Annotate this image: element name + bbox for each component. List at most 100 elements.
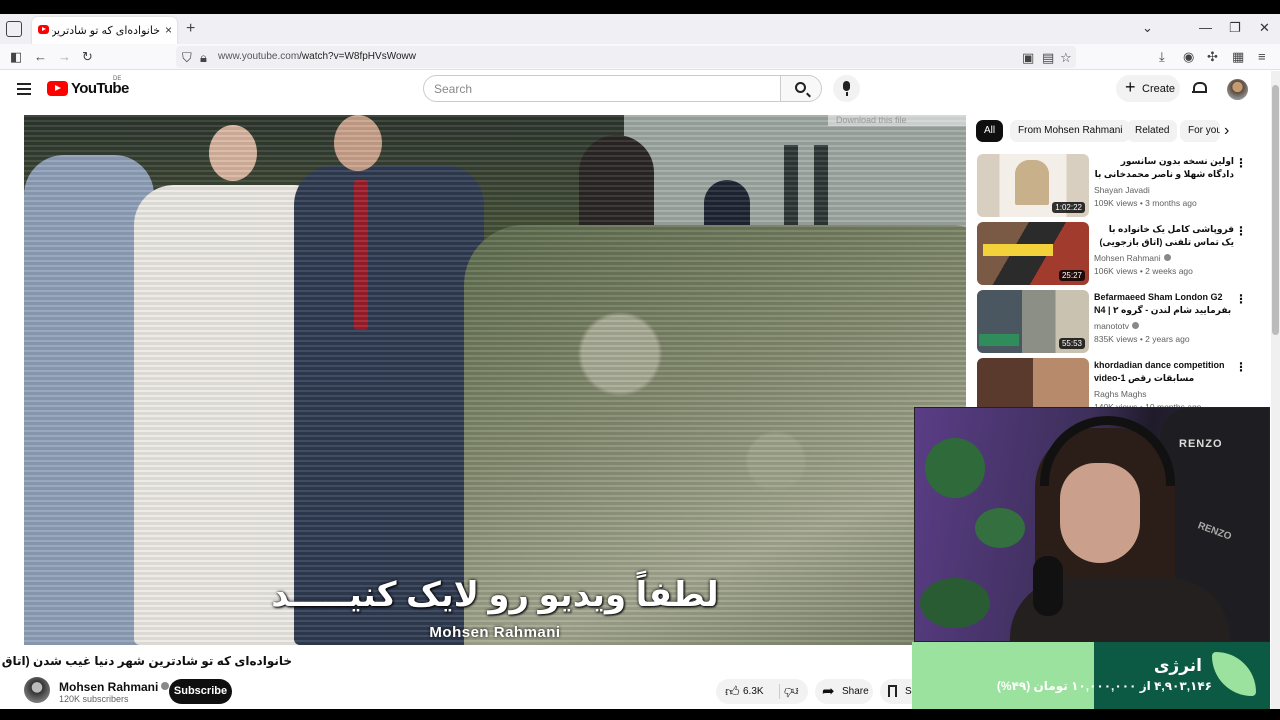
duration-badge: 1:02:22 — [1052, 202, 1085, 213]
window-close-button[interactable]: ✕ — [1259, 20, 1270, 36]
tab-overflow-chevron-icon[interactable]: ⌄ — [1142, 20, 1153, 36]
recommendation-meta: 106K views • 2 weeks ago — [1094, 266, 1193, 276]
tracking-shield-icon[interactable]: ⛉ — [182, 50, 192, 66]
webcam-plant — [975, 508, 1025, 548]
recommendation-thumbnail[interactable]: 25:27 — [977, 222, 1089, 285]
search-input[interactable] — [434, 82, 764, 96]
more-options-icon[interactable]: ⋮ — [1235, 292, 1247, 306]
extension-badge-icon[interactable]: ▦ — [1232, 49, 1244, 65]
webcam-plant — [925, 438, 985, 498]
share-button[interactable]: ➦ Share — [815, 679, 873, 704]
url-text[interactable]: www.youtube.com/watch?v=W8fpHVsWoww — [218, 51, 416, 62]
forward-arrow-icon[interactable]: → — [58, 49, 71, 64]
channel-name-text: Mohsen Rahmani — [59, 680, 159, 694]
recommendation-thumbnail[interactable]: 55:53 — [977, 290, 1089, 353]
recommendation-item[interactable]: 55:53 Befarmaeed Sham London G2 N4 | بفر… — [977, 290, 1247, 354]
search-button[interactable] — [780, 75, 822, 102]
subscriber-count: 120K subscribers — [59, 694, 129, 704]
more-options-icon[interactable]: ⋮ — [1235, 224, 1247, 238]
chip-all[interactable]: All — [976, 120, 1004, 142]
recommendation-channel[interactable]: Shayan Javadi — [1094, 185, 1150, 195]
reader-view-icon[interactable]: ▤ — [1042, 50, 1054, 66]
more-options-icon[interactable]: ⋮ — [1235, 360, 1247, 374]
tab-list-icon[interactable] — [6, 21, 22, 37]
channel-name[interactable]: Mohsen Rahmani — [59, 680, 170, 694]
dislike-thumb-icon[interactable]: 👍︎ — [784, 683, 799, 700]
account-avatar[interactable] — [1227, 79, 1248, 100]
recommendation-title[interactable]: اولین نسخه بدون سانسور دادگاه شهلا و ناص… — [1094, 155, 1234, 182]
duration-badge: 55:53 — [1058, 338, 1085, 349]
banner-heading: انرژی — [1153, 656, 1202, 675]
url-path: /watch?v=W8fpHVsWoww — [299, 51, 416, 62]
plus-icon: + — [1125, 77, 1136, 97]
like-count[interactable]: 6.3K — [743, 686, 764, 697]
recommendation-title[interactable]: Befarmaeed Sham London G2 N4 | بفرمایید … — [1094, 291, 1234, 318]
recommendation-channel[interactable]: Raghs Maghs — [1094, 389, 1146, 399]
sidebar-toggle-icon[interactable]: ◧ — [10, 49, 22, 65]
voice-search-mic-icon[interactable] — [833, 75, 860, 102]
new-tab-button[interactable]: + — [186, 20, 195, 38]
recommendation-channel-text: manototv — [1094, 321, 1129, 331]
browser-navigation-bar: ◧ ← → ↻ ⛉ 🔒︎ www.youtube.com/watch?v=W8f… — [0, 44, 1280, 70]
address-bar[interactable]: ⛉ 🔒︎ www.youtube.com/watch?v=W8fpHVsWoww… — [176, 46, 1076, 68]
recommendation-item[interactable]: 1:02:22 اولین نسخه بدون سانسور دادگاه شه… — [977, 154, 1247, 218]
tab-close-icon[interactable]: × — [165, 23, 172, 37]
chip-related[interactable]: Related — [1127, 120, 1178, 142]
scrollbar-thumb[interactable] — [1272, 85, 1279, 335]
downloads-icon[interactable]: ⤓ — [1159, 49, 1165, 65]
recommendation-channel[interactable]: Mohsen Rahmani — [1094, 253, 1171, 263]
recommendation-meta: 109K views • 3 months ago — [1094, 198, 1197, 208]
screen-top-border — [0, 0, 1280, 14]
recommendation-title[interactable]: فروپاشی کامل یک خانواده با یک تماس تلفنی… — [1094, 223, 1234, 249]
recommendation-thumbnail[interactable]: 1:02:22 — [977, 154, 1089, 217]
menu-hamburger-icon[interactable]: ≡ — [1258, 49, 1266, 64]
duration-badge: 25:27 — [1058, 270, 1085, 281]
recommendation-channel[interactable]: manototv — [1094, 321, 1139, 331]
banner-progress-text: ۴,۹۰۳,۱۴۶ از ۱۰,۰۰۰,۰۰۰ تومان (۴۹%) — [996, 679, 1212, 693]
thumbnail-label-bar — [979, 334, 1019, 346]
country-code: DE — [113, 76, 122, 82]
bookmark-star-icon[interactable]: ☆ — [1060, 50, 1072, 66]
extensions-puzzle-icon[interactable]: ✣ — [1207, 49, 1218, 65]
create-button[interactable]: + Create — [1116, 75, 1180, 102]
recommendation-item[interactable]: 25:27 فروپاشی کامل یک خانواده با یک تماس… — [977, 222, 1247, 286]
recommendation-title[interactable]: khordadian dance competition video-1 مسا… — [1094, 359, 1234, 386]
lock-icon[interactable]: 🔒︎ — [200, 50, 207, 66]
window-minimize-button[interactable]: — — [1199, 20, 1212, 35]
chips-next-chevron-icon[interactable]: › — [1224, 122, 1229, 140]
chip-from-channel[interactable]: From Mohsen Rahmani — [1010, 120, 1131, 142]
video-title: خانواده‌ای که تو شادترین شهر دنیا غیب شد… — [0, 654, 292, 668]
browser-tab-strip: خانواده‌ای که تو شادترین شهر دن × + ⌄ — … — [0, 14, 1280, 44]
like-dislike-group: 👍︎ 6.3K 👍︎ — [716, 679, 808, 704]
url-host: www.youtube.com — [218, 51, 300, 62]
like-thumb-icon[interactable]: 👍︎ — [725, 683, 740, 700]
download-overlay[interactable]: Download this file — [828, 115, 966, 126]
create-label: Create — [1142, 83, 1176, 95]
browser-tab-active[interactable]: خانواده‌ای که تو شادترین شهر دن × — [32, 17, 177, 44]
extension-v-icon[interactable]: ◉ — [1183, 49, 1194, 65]
page-scrollbar[interactable] — [1271, 71, 1280, 720]
share-label: Share — [842, 686, 869, 697]
screen-bottom-border — [0, 709, 1280, 720]
notifications-bell-icon[interactable] — [1192, 81, 1207, 95]
verified-icon — [1163, 254, 1171, 261]
video-scanlines — [24, 115, 966, 645]
video-subtitle: لطفاً ویدیو رو لایک کنیـــــد — [271, 576, 719, 614]
thumbnail-caption-bar — [983, 244, 1053, 256]
donation-goal-banner: انرژی ۴,۹۰۳,۱۴۶ از ۱۰,۰۰۰,۰۰۰ تومان (۴۹%… — [912, 642, 1270, 710]
youtube-wordmark: YouTube — [71, 80, 129, 97]
search-box[interactable] — [423, 75, 781, 102]
chip-for-you[interactable]: For you — [1180, 120, 1220, 142]
reload-icon[interactable]: ↻ — [82, 49, 93, 65]
picture-in-picture-icon[interactable]: ▣ — [1022, 50, 1034, 66]
video-player[interactable]: Download this file لطفاً ویدیو رو لایک ک… — [24, 115, 966, 645]
webcam-plant — [920, 578, 990, 628]
back-arrow-icon[interactable]: ← — [34, 49, 47, 64]
youtube-play-logo-icon — [47, 81, 68, 96]
guide-menu-icon[interactable] — [17, 83, 31, 95]
channel-avatar[interactable] — [24, 677, 50, 703]
subscribe-button[interactable]: Subscribe — [169, 679, 232, 704]
search-icon — [795, 82, 806, 93]
more-options-icon[interactable]: ⋮ — [1235, 156, 1247, 170]
window-restore-button[interactable]: ❐ — [1229, 20, 1241, 36]
